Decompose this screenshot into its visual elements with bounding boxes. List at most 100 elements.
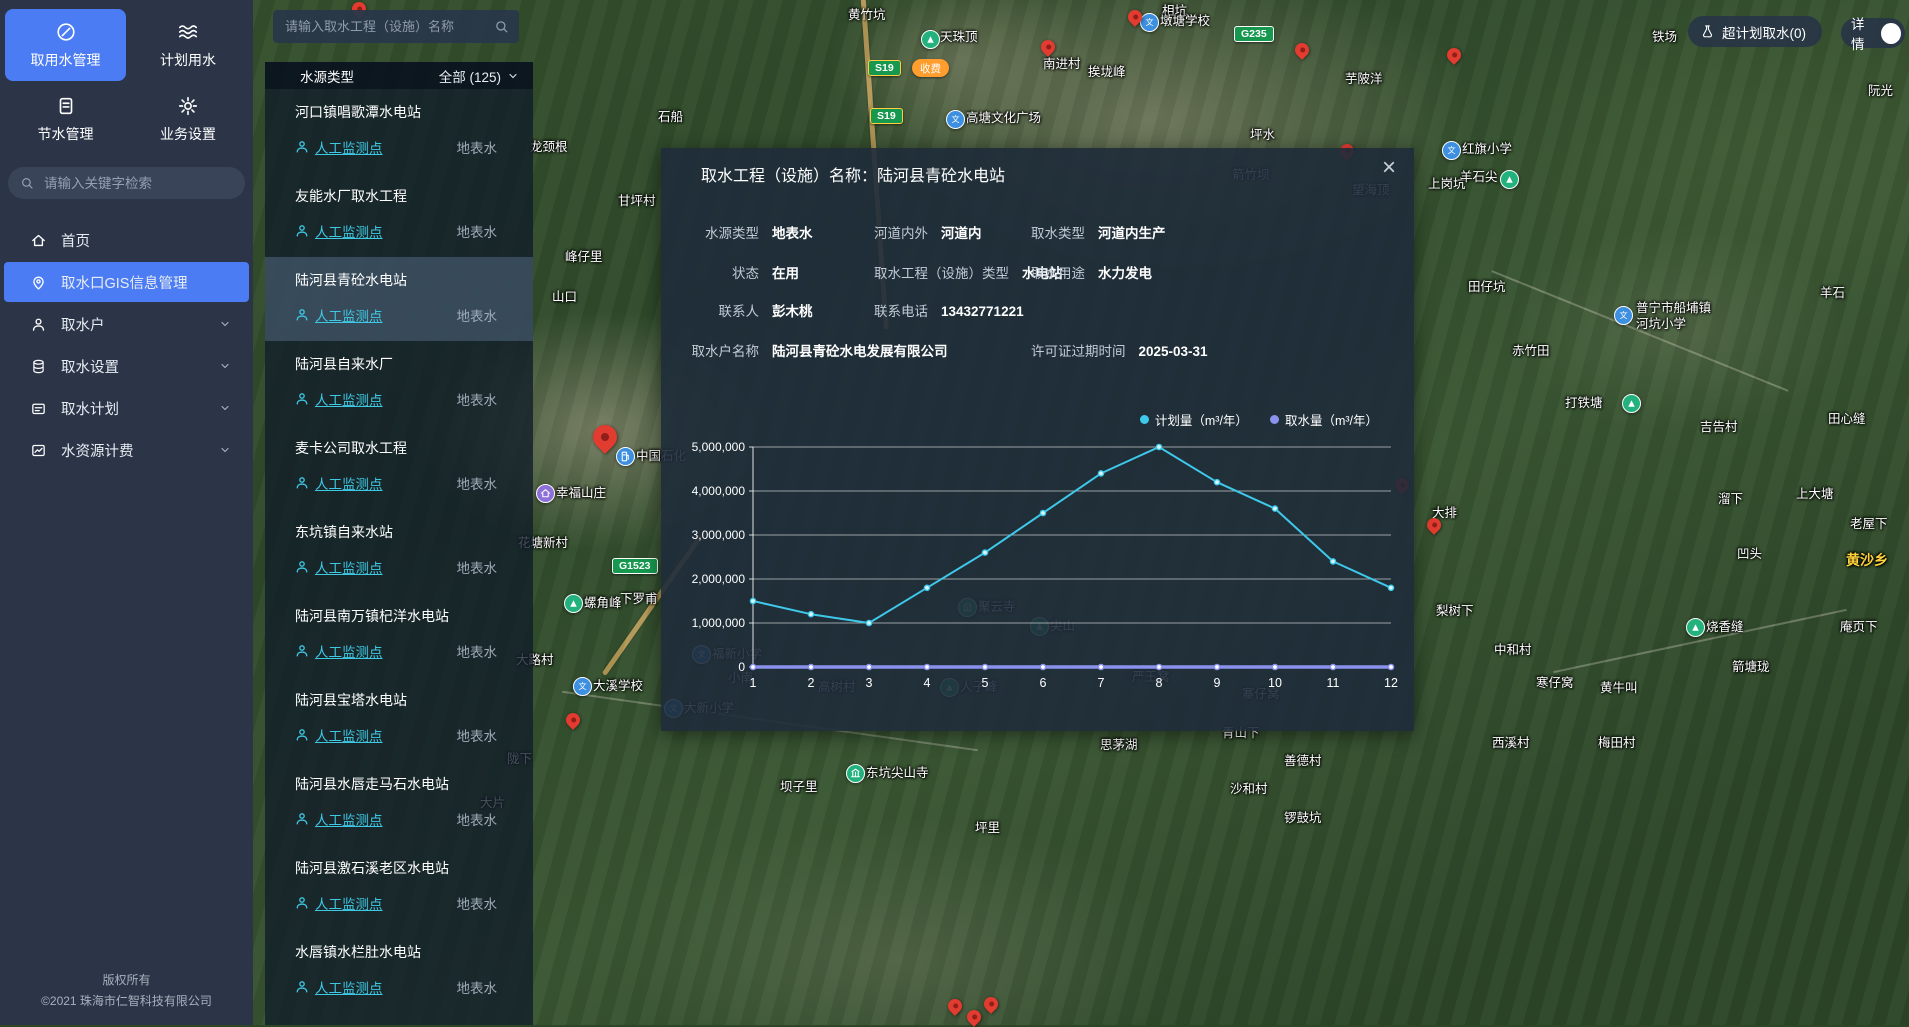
map-pin-marker[interactable] (945, 996, 965, 1016)
data-point[interactable] (750, 664, 755, 669)
map-pin-marker[interactable] (964, 1007, 984, 1027)
monitor-link[interactable]: 人工监测点 (295, 137, 383, 157)
detail-row: 水源类型地表水河道内外河道内取水类型河道内生产 (689, 222, 1394, 242)
list-item[interactable]: 陆河县南万镇杞洋水电站人工监测点地表水 (265, 593, 533, 677)
map-pin-marker[interactable] (588, 420, 622, 454)
field-label: 取水用途 (1031, 262, 1085, 282)
sidebar-item-1[interactable]: 首页 (4, 220, 249, 260)
sidebar-search-input[interactable] (42, 175, 233, 192)
data-point[interactable] (1272, 506, 1277, 511)
monitor-link[interactable]: 人工监测点 (295, 389, 383, 409)
module-1[interactable]: 取用水管理 (5, 9, 126, 81)
data-point[interactable] (924, 664, 929, 669)
x-tick-label: 6 (1040, 676, 1047, 690)
data-point[interactable] (1214, 480, 1219, 485)
list-item[interactable]: 水唇镇水栏肚水电站人工监测点地表水 (265, 929, 533, 1013)
data-point[interactable] (982, 550, 987, 555)
filter-dropdown[interactable]: 全部 (125) (439, 66, 519, 86)
monitor-link[interactable]: 人工监测点 (295, 641, 383, 661)
sidebar-item-3[interactable]: 取水户 (4, 304, 249, 344)
data-point[interactable] (1156, 444, 1161, 449)
mountain-icon[interactable] (1622, 394, 1641, 413)
monitor-label: 人工监测点 (315, 557, 383, 577)
school-icon[interactable]: 文 (1140, 13, 1159, 32)
data-point[interactable] (1156, 664, 1161, 669)
list-item[interactable]: 友能水厂取水工程人工监测点地表水 (265, 173, 533, 257)
sidebar-item-2[interactable]: 取水口GIS信息管理 (4, 262, 249, 302)
map-pin-marker[interactable] (1444, 45, 1464, 65)
list-item[interactable]: 陆河县宝塔水电站人工监测点地表水 (265, 677, 533, 761)
list-item[interactable]: 陆河县自来水厂人工监测点地表水 (265, 341, 533, 425)
temple-icon[interactable] (846, 764, 865, 783)
mountain-icon[interactable] (921, 30, 940, 49)
data-point[interactable] (1098, 471, 1103, 476)
map-pin-marker[interactable] (563, 710, 583, 730)
data-point[interactable] (1098, 664, 1103, 669)
data-point[interactable] (808, 612, 813, 617)
station-search-box[interactable] (273, 10, 519, 43)
data-point[interactable] (808, 664, 813, 669)
data-point[interactable] (866, 620, 871, 625)
toggle-knob-icon[interactable] (1881, 23, 1901, 44)
monitor-label: 人工监测点 (315, 221, 383, 241)
data-point[interactable] (1040, 664, 1045, 669)
data-point[interactable] (750, 598, 755, 603)
list-item[interactable]: 陆河县水唇走马石水电站人工监测点地表水 (265, 761, 533, 845)
monitor-link[interactable]: 人工监测点 (295, 977, 383, 997)
data-point[interactable] (1330, 559, 1335, 564)
list-item[interactable]: 陆河县青砼水电站人工监测点地表水 (265, 257, 533, 341)
list-item[interactable]: 河口镇唱歌潭水电站人工监测点地表水 (265, 89, 533, 173)
monitor-link[interactable]: 人工监测点 (295, 473, 383, 493)
station-search-input[interactable] (283, 18, 494, 35)
svg-text:文: 文 (1619, 310, 1627, 320)
search-icon[interactable] (494, 19, 509, 34)
module-3[interactable]: 节水管理 (5, 88, 126, 150)
data-point[interactable] (1388, 585, 1393, 590)
close-icon[interactable]: × (1382, 154, 1396, 182)
mountain-icon[interactable] (564, 594, 583, 613)
school-icon[interactable]: 文 (1442, 141, 1461, 160)
data-point[interactable] (1272, 664, 1277, 669)
data-point[interactable] (1040, 510, 1045, 515)
list-item[interactable]: 陆河县激石溪老区水电站人工监测点地表水 (265, 845, 533, 929)
legend-item[interactable]: 取水量（m³/年） (1270, 410, 1378, 429)
field-label: 状态 (689, 262, 759, 282)
data-point[interactable] (1330, 664, 1335, 669)
data-point[interactable] (866, 664, 871, 669)
detail-field: 状态在用 (689, 262, 799, 282)
fuel-icon (619, 450, 632, 463)
monitor-link[interactable]: 人工监测点 (295, 725, 383, 745)
map-pin-marker[interactable] (1292, 40, 1312, 60)
module-4[interactable]: 业务设置 (129, 88, 247, 150)
school-icon[interactable]: 文 (1614, 306, 1633, 325)
map-place-label: 甘坪村 (618, 194, 656, 210)
data-point[interactable] (982, 664, 987, 669)
resort-icon[interactable] (536, 484, 555, 503)
school-icon[interactable]: 文 (573, 677, 592, 696)
module-2[interactable]: 计划用水 (129, 9, 247, 81)
data-point[interactable] (1388, 664, 1393, 669)
list-item[interactable]: 麦卡公司取水工程人工监测点地表水 (265, 425, 533, 509)
monitor-link[interactable]: 人工监测点 (295, 305, 383, 325)
monitor-link[interactable]: 人工监测点 (295, 893, 383, 913)
data-point[interactable] (1214, 664, 1219, 669)
mountain-icon[interactable] (1686, 618, 1705, 637)
school-icon[interactable]: 文 (946, 110, 965, 129)
monitor-link[interactable]: 人工监测点 (295, 221, 383, 241)
sidebar-item-6[interactable]: 水资源计费 (4, 430, 249, 470)
map-pin-marker[interactable] (1038, 37, 1058, 57)
sidebar-item-5[interactable]: 取水计划 (4, 388, 249, 428)
fuel-icon[interactable] (616, 447, 635, 466)
monitor-link[interactable]: 人工监测点 (295, 809, 383, 829)
detail-row: 取水户名称陆河县青砼水电发展有限公司许可证过期时间2025-03-31 (689, 340, 1394, 360)
sidebar-search-box[interactable] (8, 167, 245, 199)
data-point[interactable] (924, 585, 929, 590)
over-plan-badge[interactable]: 超计划取水(0) (1688, 16, 1822, 47)
legend-item[interactable]: 计划量（m³/年） (1140, 410, 1248, 429)
map-pin-marker[interactable] (981, 994, 1001, 1014)
sidebar-item-4[interactable]: 取水设置 (4, 346, 249, 386)
monitor-link[interactable]: 人工监测点 (295, 557, 383, 577)
detail-toggle[interactable]: 详情 (1841, 18, 1905, 48)
list-item[interactable]: 东坑镇自来水站人工监测点地表水 (265, 509, 533, 593)
mountain-icon[interactable] (1500, 170, 1519, 189)
